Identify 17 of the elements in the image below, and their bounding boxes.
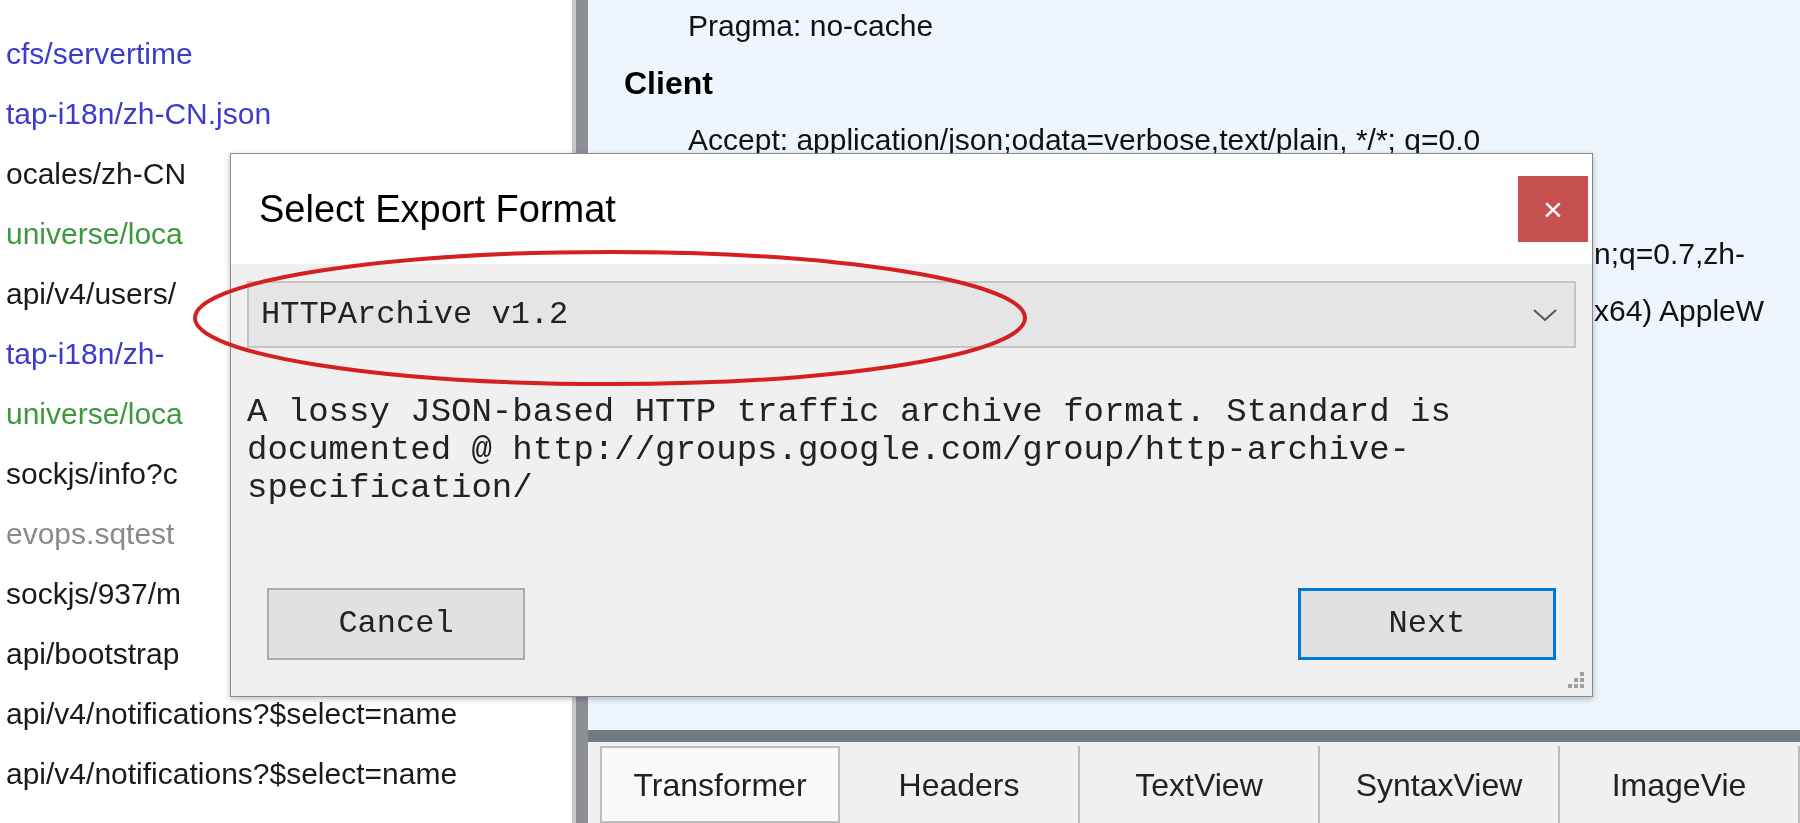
cancel-button[interactable]: Cancel bbox=[267, 588, 525, 660]
dialog-title: Select Export Format bbox=[259, 186, 616, 232]
session-url[interactable]: tap-i18n/zh-CN.json bbox=[6, 94, 573, 154]
session-url[interactable]: api/v4/notifications?$select=name bbox=[6, 694, 573, 754]
header-line: Accept: application/json;odata=verbose,text/plain, */*; q=0.0 bbox=[688, 122, 1482, 158]
format-dropdown[interactable]: HTTPArchive v1.2 bbox=[247, 281, 1576, 348]
session-url[interactable]: cfs/servertime bbox=[6, 34, 573, 94]
session-url[interactable]: api/v4/notifications?$select=name bbox=[6, 754, 573, 814]
header-line: n;q=0.7,zh- bbox=[1594, 236, 1746, 272]
chevron-down-icon bbox=[1532, 306, 1558, 323]
next-button[interactable]: Next bbox=[1298, 588, 1556, 660]
header-line: Pragma: no-cache bbox=[688, 8, 935, 44]
inspector-tab[interactable]: Transformer bbox=[600, 746, 840, 823]
format-description: A lossy JSON-based HTTP traffic archive format. Standard is documented @ http://groups.google.com/group/http-archive-specification/ bbox=[247, 393, 1452, 507]
close-button[interactable]: × bbox=[1518, 176, 1588, 242]
header-line: x64) AppleW bbox=[1594, 293, 1766, 329]
header-group: Client bbox=[624, 63, 1800, 120]
